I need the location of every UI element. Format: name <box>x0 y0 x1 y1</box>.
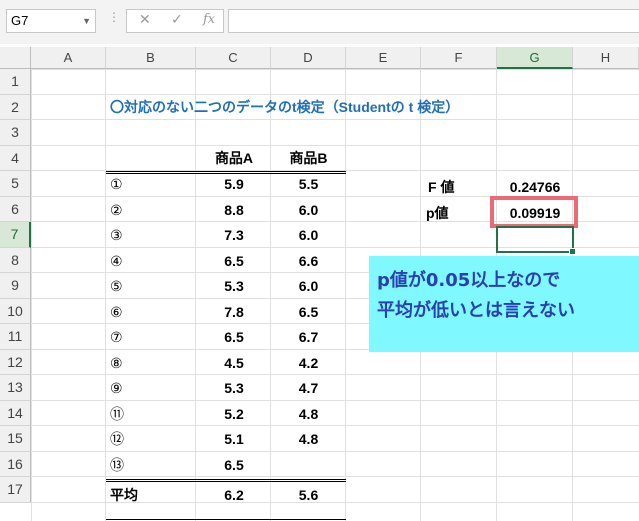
value-product-a: 7.8 <box>224 303 244 320</box>
formula-buttons: ✕ ✓ fx <box>126 9 224 33</box>
grid-line <box>105 69 106 521</box>
conclusion-callout: p値が0.05以上なので 平均が低いとは言えない <box>369 256 639 352</box>
column-header-g[interactable]: G <box>497 47 573 69</box>
callout-line-2: 平均が低いとは言えない <box>377 300 575 321</box>
table-top-border <box>106 171 346 174</box>
active-cell-g7[interactable] <box>496 226 576 255</box>
value-product-a: 7.3 <box>224 227 244 243</box>
value-product-b: 6.6 <box>298 252 319 269</box>
value-product-b: 5.5 <box>298 176 319 192</box>
row-header-13[interactable]: 13 <box>0 375 31 401</box>
row-label: ① <box>110 176 123 192</box>
value-product-a: 5.3 <box>224 278 244 294</box>
value-product-b: 6.5 <box>298 303 319 320</box>
value-product-b: 6.0 <box>298 201 319 218</box>
row-header-15[interactable]: 15 <box>0 426 31 452</box>
row-label: ⑤ <box>110 278 123 294</box>
name-box-value: G7 <box>11 13 29 28</box>
row-header-12[interactable]: 12 <box>0 349 31 375</box>
value-product-a: 8.8 <box>224 201 244 218</box>
name-box[interactable]: G7 ▼ <box>6 9 96 33</box>
row-label: ⑫ <box>110 431 124 447</box>
column-header-b[interactable]: B <box>106 47 196 69</box>
value-product-a: 5.9 <box>224 176 244 192</box>
row-header-9[interactable]: 9 <box>0 273 31 299</box>
column-header-d[interactable]: D <box>271 47 346 69</box>
f-value-label: F 値 <box>428 179 455 195</box>
value-product-b: 6.7 <box>298 329 319 345</box>
value-product-a: 6.5 <box>224 456 244 473</box>
value-product-b: 4.2 <box>298 354 319 371</box>
row-header-7[interactable]: 7 <box>0 222 31 248</box>
value-product-a: 5.2 <box>224 405 244 422</box>
value-product-a: 6.5 <box>224 252 244 269</box>
row-label: ④ <box>110 252 123 269</box>
value-product-b: 4.7 <box>298 380 319 396</box>
value-product-a: 5.1 <box>224 431 244 447</box>
enter-icon[interactable]: ✓ <box>171 12 183 28</box>
row-header-1[interactable]: 1 <box>0 69 31 95</box>
row-label: ⑨ <box>110 380 123 396</box>
row-header-17[interactable]: 17 <box>0 477 31 503</box>
chevron-down-icon[interactable]: ▼ <box>82 10 91 32</box>
insert-function-icon[interactable]: fx <box>203 12 215 27</box>
value-product-b: 4.8 <box>298 431 319 447</box>
row-header-6[interactable]: 6 <box>0 196 31 222</box>
header-product-b: 商品B <box>289 150 328 166</box>
row-label: ⑬ <box>110 456 124 473</box>
column-header-a[interactable]: A <box>31 47 106 69</box>
p-value-highlight <box>490 196 578 228</box>
value-product-a: 4.5 <box>224 354 244 371</box>
column-header-c[interactable]: C <box>196 47 271 69</box>
value-product-b: 4.8 <box>298 405 319 422</box>
column-header-e[interactable]: E <box>346 47 421 69</box>
p-value-label: p値 <box>426 205 449 221</box>
cancel-icon[interactable]: ✕ <box>139 12 151 28</box>
table-bottom-border <box>106 519 346 520</box>
row-header-8[interactable]: 8 <box>0 247 31 273</box>
row-label: ③ <box>110 227 123 243</box>
row-header-4[interactable]: 4 <box>0 145 31 171</box>
more-icon: ⋮ <box>108 10 120 24</box>
row-header-3[interactable]: 3 <box>0 120 31 146</box>
fill-handle[interactable] <box>569 248 576 255</box>
row-label: ⑧ <box>110 354 123 371</box>
select-all-corner[interactable] <box>0 47 31 69</box>
row-label: ② <box>110 201 123 218</box>
table-total-border <box>106 479 346 482</box>
average-b: 5.6 <box>298 487 319 503</box>
formula-input[interactable] <box>228 9 639 33</box>
header-product-a: 商品A <box>214 150 254 166</box>
average-label: 平均 <box>110 487 138 503</box>
row-label: ⑪ <box>110 405 124 422</box>
value-product-a: 5.3 <box>224 380 244 396</box>
callout-line-1: p値が0.05以上なので <box>377 270 561 291</box>
formula-bar: G7 ▼ ⋮ ✕ ✓ fx <box>0 0 639 44</box>
row-header-11[interactable]: 11 <box>0 324 31 350</box>
row-header-2[interactable]: 2 <box>0 94 31 120</box>
row-label: ⑦ <box>110 329 123 345</box>
row-label: ⑥ <box>110 303 123 320</box>
row-header-16[interactable]: 16 <box>0 451 31 477</box>
row-header-10[interactable]: 10 <box>0 298 31 324</box>
row-header-5[interactable]: 5 <box>0 171 31 197</box>
column-header-h[interactable]: H <box>573 47 639 69</box>
value-product-a: 6.5 <box>224 329 244 345</box>
value-product-b: 6.0 <box>298 278 319 294</box>
value-product-b: 6.0 <box>298 227 319 243</box>
value-product-b <box>271 452 346 478</box>
row-header-14[interactable]: 14 <box>0 400 31 426</box>
column-header-f[interactable]: F <box>421 47 497 69</box>
sheet-title: 〇対応のない二つのデータのt検定（Studentの t 検定） <box>110 99 460 115</box>
average-a: 6.2 <box>224 487 244 503</box>
